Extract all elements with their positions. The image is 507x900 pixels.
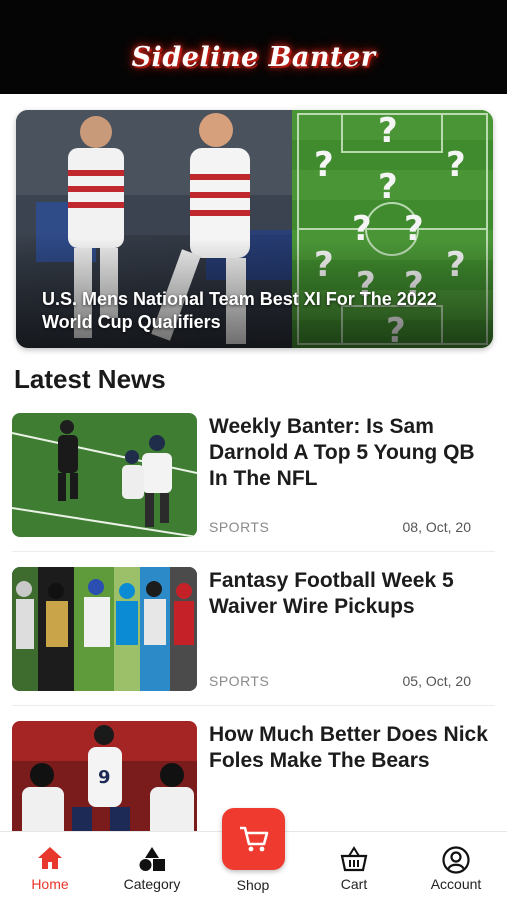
basket-icon [340, 846, 368, 872]
news-title: Weekly Banter: Is Sam Darnold A Top 5 Yo… [209, 415, 475, 490]
tab-cart[interactable]: Cart [304, 832, 404, 900]
news-category: SPORTS [209, 519, 270, 535]
app-header: Sideline Banter [0, 0, 507, 94]
section-heading: Latest News [14, 364, 166, 394]
divider [12, 705, 495, 706]
news-date: 08, Oct, 20 [402, 519, 471, 535]
tab-account[interactable]: Account [406, 832, 506, 900]
news-title: How Much Better Does Nick Foles Make The… [209, 723, 488, 772]
brand-logo: Sideline Banter [131, 42, 376, 73]
svg-text:?: ? [378, 111, 398, 151]
news-item[interactable]: Fantasy Football Week 5 Waiver Wire Pick… [12, 567, 495, 691]
tab-label-account: Account [430, 876, 482, 892]
news-date: 05, Oct, 20 [402, 673, 471, 689]
news-thumbnail [12, 413, 197, 537]
news-title: Fantasy Football Week 5 Waiver Wire Pick… [209, 569, 454, 618]
svg-text:?: ? [378, 167, 398, 207]
svg-text:?: ? [446, 145, 466, 185]
news-category: SPORTS [209, 673, 270, 689]
shapes-icon [139, 847, 165, 871]
tab-category[interactable]: Category [102, 832, 202, 900]
account-icon [442, 846, 470, 874]
svg-text:?: ? [314, 145, 334, 185]
cart-icon [240, 826, 269, 852]
svg-text:9: 9 [98, 767, 111, 788]
tab-home[interactable]: Home [0, 832, 100, 900]
news-thumbnail: 9 [12, 721, 197, 845]
shop-button[interactable] [222, 808, 285, 870]
tab-label-shop: Shop [236, 877, 270, 893]
divider [12, 551, 495, 552]
news-thumbnail [12, 567, 197, 691]
featured-article-card[interactable]: ??? ??? ??? ?? U.S. Mens National Team B… [16, 110, 493, 348]
tab-label-cart: Cart [340, 876, 368, 892]
tab-label-category: Category [123, 876, 181, 892]
news-item[interactable]: Weekly Banter: Is Sam Darnold A Top 5 Yo… [12, 413, 495, 537]
tab-label-home: Home [31, 876, 69, 892]
featured-title: U.S. Mens National Team Best XI For The … [42, 289, 437, 332]
home-icon [38, 847, 62, 869]
